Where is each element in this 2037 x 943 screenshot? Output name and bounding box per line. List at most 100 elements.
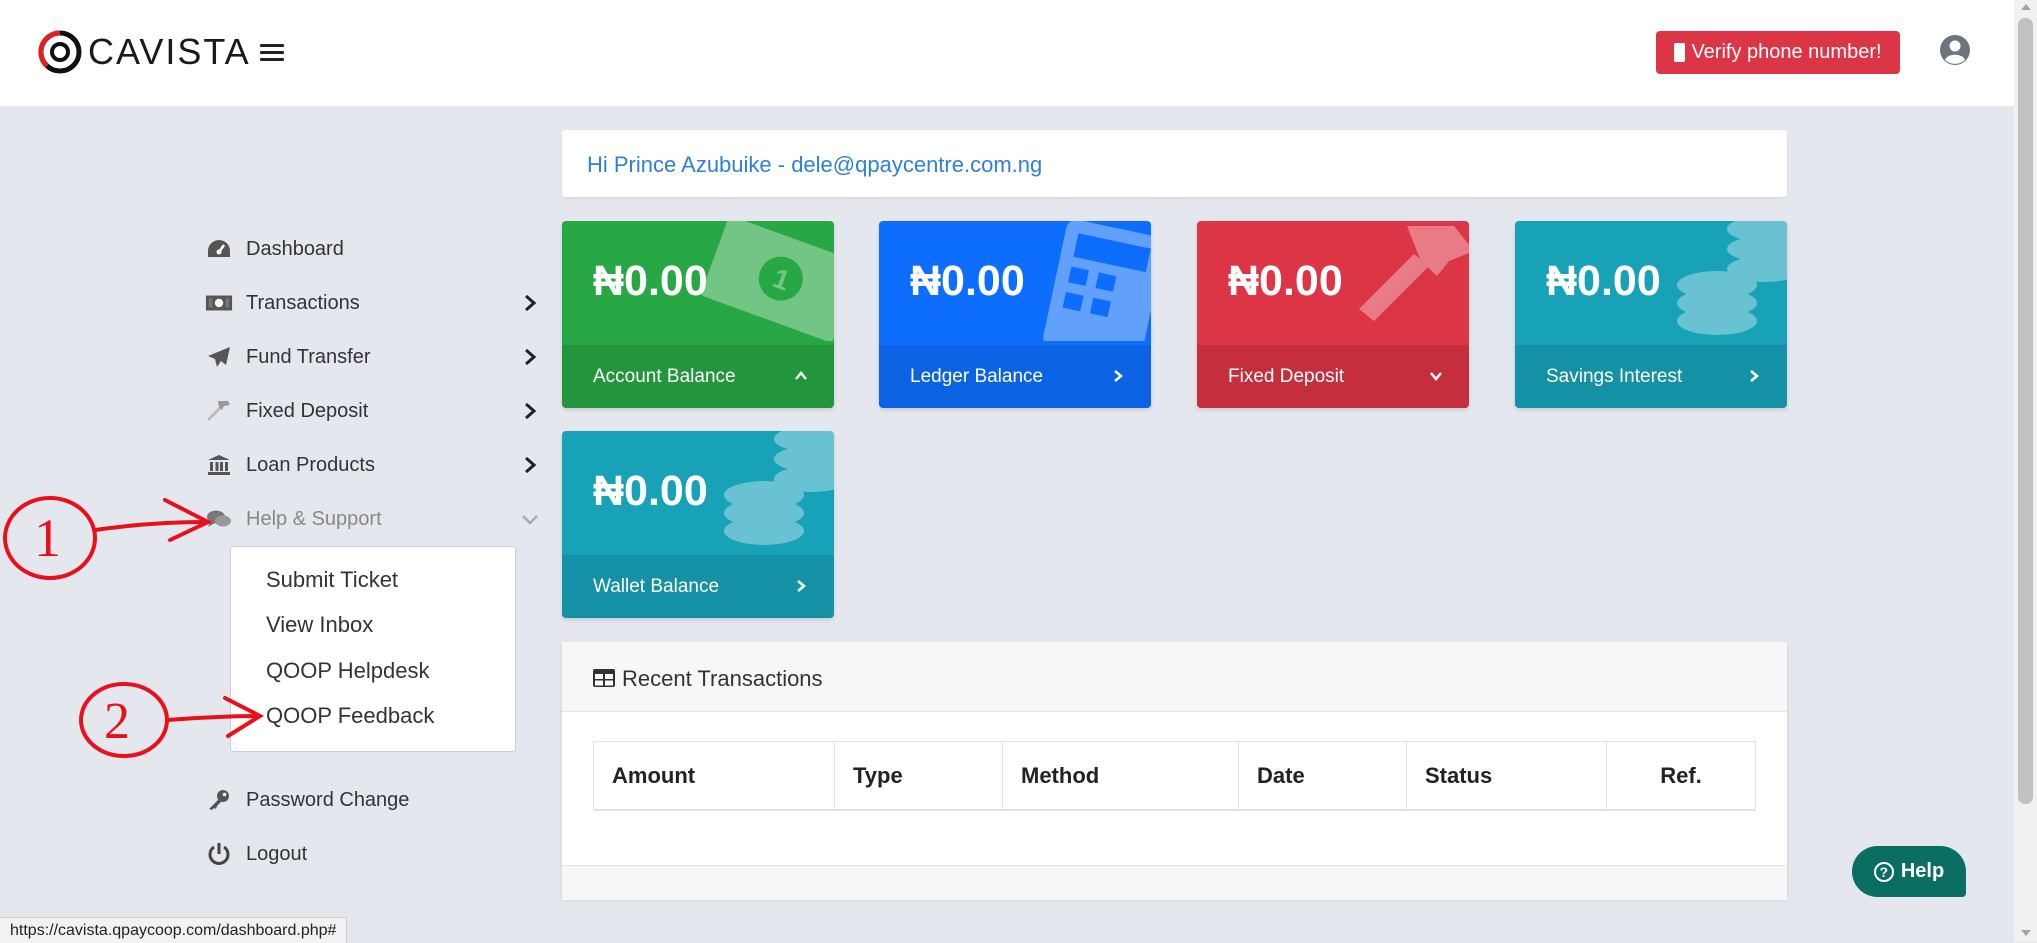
sidebar-item-fund-transfer[interactable]: Fund Transfer [200, 337, 540, 377]
submenu-item-view-inbox[interactable]: View Inbox [266, 612, 373, 638]
scrollbar-thumb[interactable] [2018, 18, 2033, 804]
submenu-item-submit-ticket[interactable]: Submit Ticket [266, 567, 398, 593]
table-icon [593, 669, 615, 687]
card-footer[interactable]: Fixed Deposit [1197, 345, 1469, 408]
submenu-item-qoop-feedback[interactable]: QOOP Feedback [266, 703, 434, 729]
sidebar-item-label: Help & Support [246, 507, 382, 530]
sidebar-item-label: Loan Products [246, 453, 375, 476]
verify-phone-label: Verify phone number! [1691, 41, 1882, 63]
annotation-arrow-1 [93, 498, 213, 542]
calculator-icon [1043, 221, 1151, 341]
sidebar-item-transactions[interactable]: Transactions [200, 283, 540, 323]
power-icon [205, 843, 233, 865]
sidebar-item-label: Fund Transfer [246, 345, 371, 368]
greeting-text: Hi Prince Azubuike - dele@qpaycentre.com… [587, 152, 1043, 177]
column-header-date[interactable]: Date [1238, 741, 1407, 811]
comments-icon [205, 508, 233, 530]
column-header-amount[interactable]: Amount [593, 741, 835, 811]
column-header-type[interactable]: Type [834, 741, 1003, 811]
column-header-ref[interactable]: Ref. [1606, 741, 1756, 811]
sidebar-item-label: Dashboard [246, 237, 344, 260]
browser-status-url: https://cavista.qpaycoop.com/dashboard.p… [0, 917, 348, 943]
recent-transactions-footer [562, 865, 1787, 900]
card-amount: ₦0.00 [593, 257, 708, 305]
recent-transactions-title: Recent Transactions [622, 666, 823, 691]
page-scrollbar[interactable] [2014, 0, 2037, 942]
card-label: Account Balance [593, 366, 736, 387]
ledger-balance-card[interactable]: ₦0.00 Ledger Balance [879, 221, 1151, 408]
chevron-right-icon [525, 456, 537, 474]
card-footer[interactable]: Ledger Balance [879, 345, 1151, 408]
sidebar-item-loan-products[interactable]: Loan Products [200, 445, 540, 485]
hamburger-menu-icon[interactable] [260, 40, 284, 64]
sidebar-item-label: Transactions [246, 291, 360, 314]
scroll-down-arrow-icon[interactable] [2021, 930, 2031, 936]
card-amount: ₦0.00 [593, 467, 708, 515]
help-widget-button[interactable]: ? Help [1852, 846, 1966, 897]
fixed-deposit-card[interactable]: ₦0.00 Fixed Deposit [1197, 221, 1469, 408]
card-footer[interactable]: Account Balance [562, 345, 834, 408]
column-header-method[interactable]: Method [1002, 741, 1239, 811]
annotation-circle-2 [79, 682, 169, 758]
submenu-item-qoop-helpdesk[interactable]: QOOP Helpdesk [266, 658, 429, 684]
savings-interest-card[interactable]: ₦0.00 Savings Interest [1515, 221, 1787, 408]
sidebar-item-label: Logout [246, 842, 308, 865]
hammer-icon [205, 400, 233, 422]
chevron-right-icon [1750, 370, 1759, 382]
card-footer[interactable]: Savings Interest [1515, 345, 1787, 408]
annotation-circle-1 [3, 496, 97, 580]
money-icon [205, 292, 233, 314]
account-balance-card[interactable]: 1 ₦0.00 Account Balance [562, 221, 834, 408]
greeting-panel: Hi Prince Azubuike - dele@qpaycentre.com… [562, 130, 1787, 197]
chevron-down-icon [1430, 372, 1442, 381]
card-label: Fixed Deposit [1228, 366, 1345, 387]
coins-icon [724, 431, 834, 545]
verify-phone-button[interactable]: Verify phone number! [1656, 31, 1900, 74]
chevron-right-icon [797, 580, 806, 592]
card-footer[interactable]: Wallet Balance [562, 555, 834, 618]
user-circle-icon[interactable] [1939, 34, 1971, 66]
scroll-up-arrow-icon[interactable] [2021, 4, 2031, 10]
hammer-icon [1359, 226, 1469, 321]
chevron-up-icon [795, 371, 807, 380]
chevron-right-icon [1114, 370, 1123, 382]
paper-plane-icon [205, 346, 233, 368]
bank-icon [205, 454, 233, 476]
annotation-number-1: 1 [34, 508, 61, 568]
sidebar-item-logout[interactable]: Logout [200, 834, 540, 874]
sidebar-item-dashboard[interactable]: Dashboard [200, 229, 540, 269]
logo-mark-icon [38, 30, 82, 74]
mobile-phone-icon [1674, 43, 1686, 62]
card-amount: ₦0.00 [1228, 257, 1343, 305]
column-header-status[interactable]: Status [1406, 741, 1607, 811]
logo-text: CAVISTA [88, 31, 251, 72]
key-icon [205, 789, 233, 811]
chevron-right-icon [525, 348, 537, 366]
sidebar-item-help-support[interactable]: Help & Support [200, 499, 540, 539]
annotation-number-2: 2 [104, 693, 130, 750]
coins-icon [1677, 221, 1787, 335]
help-support-submenu: Submit Ticket View Inbox QOOP Helpdesk Q… [230, 546, 516, 752]
wallet-balance-card[interactable]: ₦0.00 Wallet Balance [562, 431, 834, 618]
banknote-icon: 1 [701, 221, 834, 341]
sidebar-item-fixed-deposit[interactable]: Fixed Deposit [200, 391, 540, 431]
sidebar-item-label: Password Change [246, 788, 410, 811]
card-amount: ₦0.00 [1546, 257, 1661, 305]
transactions-table: Amount Type Method Date Status Ref. [593, 741, 1756, 811]
card-label: Savings Interest [1546, 366, 1683, 387]
question-circle-icon: ? [1873, 861, 1894, 882]
help-label: Help [1900, 860, 1945, 882]
chevron-right-icon [525, 294, 537, 312]
sidebar-item-label: Fixed Deposit [246, 399, 369, 422]
sidebar-item-password-change[interactable]: Password Change [200, 780, 540, 820]
recent-transactions-header: Recent Transactions [562, 642, 1787, 712]
card-label: Wallet Balance [593, 576, 720, 597]
top-navbar: CAVISTA Verify phone number! [0, 0, 2014, 107]
chevron-down-icon [522, 515, 538, 525]
dashboard-icon [205, 238, 233, 260]
chevron-right-icon [525, 402, 537, 420]
card-amount: ₦0.00 [910, 257, 1025, 305]
card-label: Ledger Balance [910, 366, 1044, 387]
cavista-logo[interactable]: CAVISTA [38, 30, 251, 74]
recent-transactions-panel: Recent Transactions Amount Type Method D… [562, 642, 1787, 900]
